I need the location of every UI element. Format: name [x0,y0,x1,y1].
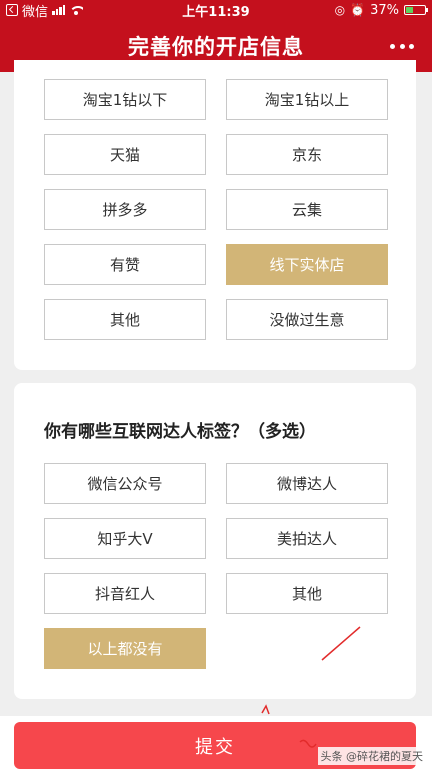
option-button[interactable]: 其他 [44,299,206,340]
option-button[interactable]: 京东 [226,134,388,175]
option-button[interactable]: 美拍达人 [226,518,388,559]
status-bar: 微信 上午11:39 ◎ ⏰ 37% [0,0,432,20]
option-button[interactable]: 云集 [226,189,388,230]
option-button[interactable]: 以上都没有 [44,628,206,669]
option-button[interactable]: 没做过生意 [226,299,388,340]
option-button[interactable]: 线下实体店 [226,244,388,285]
watermark: 头条 @碎花裙的夏天 [317,747,426,765]
influencer-question: 你有哪些互联网达人标签？（多选） [44,422,316,442]
option-button[interactable]: 其他 [226,573,388,614]
option-button[interactable]: 抖音红人 [44,573,206,614]
option-button[interactable]: 淘宝1钻以上 [226,79,388,120]
option-button[interactable]: 微博达人 [226,463,388,504]
page-title: 完善你的开店信息 [128,35,304,59]
influencer-card: 你有哪些互联网达人标签？（多选） 微信公众号 微博达人 知乎大V 美拍达人 抖音红人 其他… [14,383,416,699]
platform-card: 淘宝1钻以下 淘宝1钻以上 天猫 京东 拼多多 云集 有赞 线下实体店 其他 没做过生意 [14,60,416,370]
option-button[interactable]: 天猫 [44,134,206,175]
wifi-icon [69,5,84,15]
option-button[interactable]: 微信公众号 [44,463,206,504]
status-left: 微信 [6,1,156,20]
option-button[interactable]: 拼多多 [44,189,206,230]
signal-icon [52,5,66,15]
battery-icon [404,5,428,15]
option-button[interactable]: 知乎大V [44,518,206,559]
status-right: ◎ ⏰ 37% [276,2,428,18]
carrier-label: 微信 [22,4,49,20]
option-button[interactable]: 有赞 [44,244,206,285]
battery-percent: 37% [370,2,399,18]
option-button[interactable]: 淘宝1钻以下 [44,79,206,120]
alarm-icon: ⏰ [350,3,366,17]
orientation-lock-icon: ◎ [334,3,346,17]
back-to-app-icon[interactable] [6,4,18,16]
more-icon[interactable] [390,34,414,58]
status-time: 上午11:39 [182,4,250,20]
battery-fill [406,7,413,13]
